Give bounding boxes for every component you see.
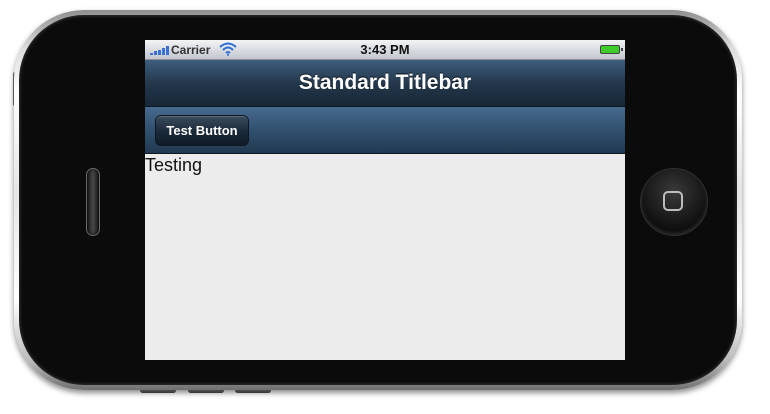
home-button[interactable] xyxy=(640,168,708,236)
titlebar: Standard Titlebar xyxy=(145,60,625,107)
content-text: Testing xyxy=(145,155,203,175)
home-square-icon xyxy=(663,191,683,211)
toolbar: Test Button xyxy=(145,107,625,154)
content-area: Testing xyxy=(145,154,625,360)
simulator-stage: Carrier 3:43 PM Standard Titlebar Test B… xyxy=(0,0,770,414)
status-time: 3:43 PM xyxy=(360,42,410,57)
device-screen: Carrier 3:43 PM Standard Titlebar Test B… xyxy=(145,40,625,360)
test-button[interactable]: Test Button xyxy=(155,115,249,146)
battery-icon xyxy=(600,45,623,54)
status-bar: Carrier 3:43 PM xyxy=(145,40,625,60)
speaker-grille xyxy=(86,168,100,236)
page-title: Standard Titlebar xyxy=(298,71,472,94)
